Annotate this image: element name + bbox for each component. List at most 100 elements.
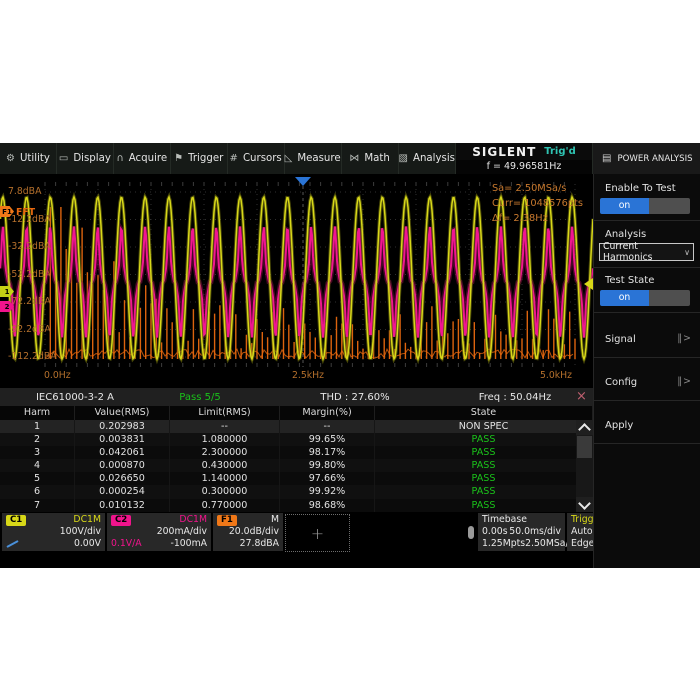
timebase-box[interactable]: Timebase 0.00s50.0ms/div 1.25Mpts2.50MSa…	[478, 513, 565, 551]
table-row[interactable]: 40.0008700.43000099.80%PASS	[0, 459, 593, 472]
state-badge: PASS	[375, 499, 593, 512]
sample-rate: Sa= 2.50MSa/s	[492, 181, 583, 196]
close-icon[interactable]: ×	[570, 388, 593, 406]
waveform-area: 7.8dBA -12.2dBA -32.2dBA -52.2dBA -72.2d…	[0, 174, 593, 386]
freq-readout: Freq : 50.04Hz	[460, 392, 570, 403]
f1-mode: M	[271, 514, 279, 526]
table-row[interactable]: 10.202983----NON SPEC	[0, 420, 593, 433]
menu-label: Trigger	[188, 153, 223, 164]
menu-math[interactable]: ⋈ Math	[342, 143, 399, 174]
channel1-descriptor[interactable]: C1DC1M 100V/div 0.00V	[2, 513, 105, 551]
gear-icon: ⚙	[6, 153, 15, 164]
timebase-scale: 50.0ms/div	[509, 526, 561, 538]
menu-label: Cursors	[243, 153, 282, 164]
analysis-selected-value: Current Harmonics	[603, 241, 684, 263]
table-row[interactable]: 60.0002540.30000099.92%PASS	[0, 485, 593, 498]
state-badge: PASS	[375, 433, 593, 446]
submenu-arrow-icon: ‖>	[677, 333, 692, 344]
math-icon: ⋈	[349, 153, 359, 164]
test-state-toggle[interactable]: on	[600, 290, 690, 306]
chevron-down-icon	[578, 497, 591, 510]
test-state-label: Test State	[605, 275, 654, 286]
analysis-icon: ▧	[399, 153, 408, 164]
standard-name: IEC61000-3-2 A	[0, 392, 150, 403]
apply-button[interactable]: Apply	[605, 420, 633, 431]
menu-analysis[interactable]: ▧ Analysis	[399, 143, 456, 174]
trigger-mode: Auto	[571, 526, 593, 538]
toggle-on-state: on	[600, 290, 649, 306]
chevron-up-icon	[578, 423, 591, 436]
f1-scale: 20.0dB/div	[229, 526, 279, 538]
col-harm: Harm	[0, 406, 75, 420]
table-scrollbar[interactable]	[576, 420, 593, 512]
menu-acquire[interactable]: ∩ Acquire	[114, 143, 171, 174]
menu-trigger[interactable]: ⚑ Trigger	[171, 143, 228, 174]
c1-offset: 0.00V	[74, 538, 101, 550]
menu-utility[interactable]: ⚙Utility	[0, 143, 57, 174]
analysis-dropdown[interactable]: Current Harmonics ∨	[599, 243, 694, 261]
toggle-off-track	[649, 198, 690, 214]
brand-block: SIGLENT Trig'd f = 49.96581Hz	[456, 143, 593, 174]
menu-label: Analysis	[413, 153, 455, 164]
config-menu-item[interactable]: Config	[605, 377, 637, 388]
chevron-down-icon: ∨	[684, 248, 690, 257]
scroll-up-button[interactable]	[576, 420, 593, 435]
f1-offset: 27.8dBA	[240, 538, 279, 550]
menu-cursors[interactable]: # Cursors	[228, 143, 285, 174]
menu-label: Math	[364, 153, 389, 164]
timebase-title: Timebase	[482, 514, 527, 526]
state-badge: NON SPEC	[375, 420, 593, 433]
c1-coupling: DC1M	[73, 514, 101, 526]
measure-icon: ◺	[285, 153, 293, 164]
table-summary-row: IEC61000-3-2 A Pass 5/5 THD : 27.60% Fre…	[0, 388, 593, 406]
col-value: Value(RMS)	[75, 406, 170, 420]
trigger-position-marker[interactable]	[295, 177, 311, 186]
enable-to-test-toggle[interactable]: on	[600, 198, 690, 214]
table-row[interactable]: 20.0038311.08000099.65%PASS	[0, 433, 593, 446]
col-margin: Margin(%)	[280, 406, 375, 420]
table-row[interactable]: 70.0101320.77000098.68%PASS	[0, 499, 593, 512]
menu-label: Acquire	[129, 153, 167, 164]
pass-count: Pass 5/5	[150, 392, 250, 403]
table-row[interactable]: 30.0420612.30000098.17%PASS	[0, 446, 593, 459]
cursors-icon: #	[230, 153, 238, 164]
timebase-points: 1.25Mpts	[482, 538, 525, 550]
siglent-logo: SIGLENT	[472, 145, 536, 159]
add-channel-slot[interactable]: +	[285, 514, 350, 552]
scrollbar-thumb[interactable]	[577, 436, 592, 458]
menu-display[interactable]: ▭Display	[57, 143, 114, 174]
trigger-status: Trig'd	[544, 146, 575, 157]
table-row[interactable]: 50.0266501.14000097.66%PASS	[0, 472, 593, 485]
power-analysis-header: ▤ POWER ANALYSIS	[593, 143, 700, 174]
scroll-down-button[interactable]	[576, 497, 593, 512]
f1-badge: F1	[217, 515, 237, 526]
oscilloscope-screen: ⚙Utility ▭Display ∩ Acquire ⚑ Trigger # Cur…	[0, 143, 700, 568]
enable-to-test-label: Enable To Test	[605, 183, 676, 194]
state-badge: PASS	[375, 446, 593, 459]
acquire-icon: ∩	[116, 153, 123, 164]
flag-icon: ⚑	[174, 153, 183, 164]
frequency-readout: f = 49.96581Hz	[456, 160, 592, 174]
timebase-delay: 0.00s	[482, 526, 508, 538]
document-icon: ▤	[602, 153, 611, 164]
state-badge: PASS	[375, 459, 593, 472]
toggle-on-state: on	[600, 198, 649, 214]
toggle-off-track	[649, 290, 690, 306]
menu-items: ⚙Utility ▭Display ∩ Acquire ⚑ Trigger # Cur…	[0, 143, 456, 174]
acquisition-readout: Sa= 2.50MSa/s Curr= 1048576pts Δf= 2.38H…	[492, 181, 583, 226]
menu-measure[interactable]: ◺Measure	[285, 143, 342, 174]
power-analysis-panel: Enable To Test on Analysis Current Harmo…	[593, 174, 700, 568]
capture-points: Curr= 1048576pts	[492, 196, 583, 211]
c2-offset: -100mA	[170, 538, 207, 550]
drag-handle[interactable]	[468, 526, 474, 539]
table-header-row: Harm Value(RMS) Limit(RMS) Margin(%) Sta…	[0, 406, 593, 420]
c2-scale: 200mA/div	[157, 526, 207, 538]
f1-descriptor[interactable]: F1 M 20.0dB/div 27.8dBA	[213, 513, 283, 551]
analysis-label: Analysis	[605, 229, 646, 240]
trigger-level-marker[interactable]	[584, 278, 593, 290]
submenu-arrow-icon: ‖>	[677, 376, 692, 387]
harmonics-table: IEC61000-3-2 A Pass 5/5 THD : 27.60% Fre…	[0, 388, 593, 512]
c2-badge: C2	[111, 515, 131, 526]
channel2-descriptor[interactable]: C2DC1M 200mA/div 0.1V/A-100mA	[107, 513, 211, 551]
signal-menu-item[interactable]: Signal	[605, 334, 636, 345]
